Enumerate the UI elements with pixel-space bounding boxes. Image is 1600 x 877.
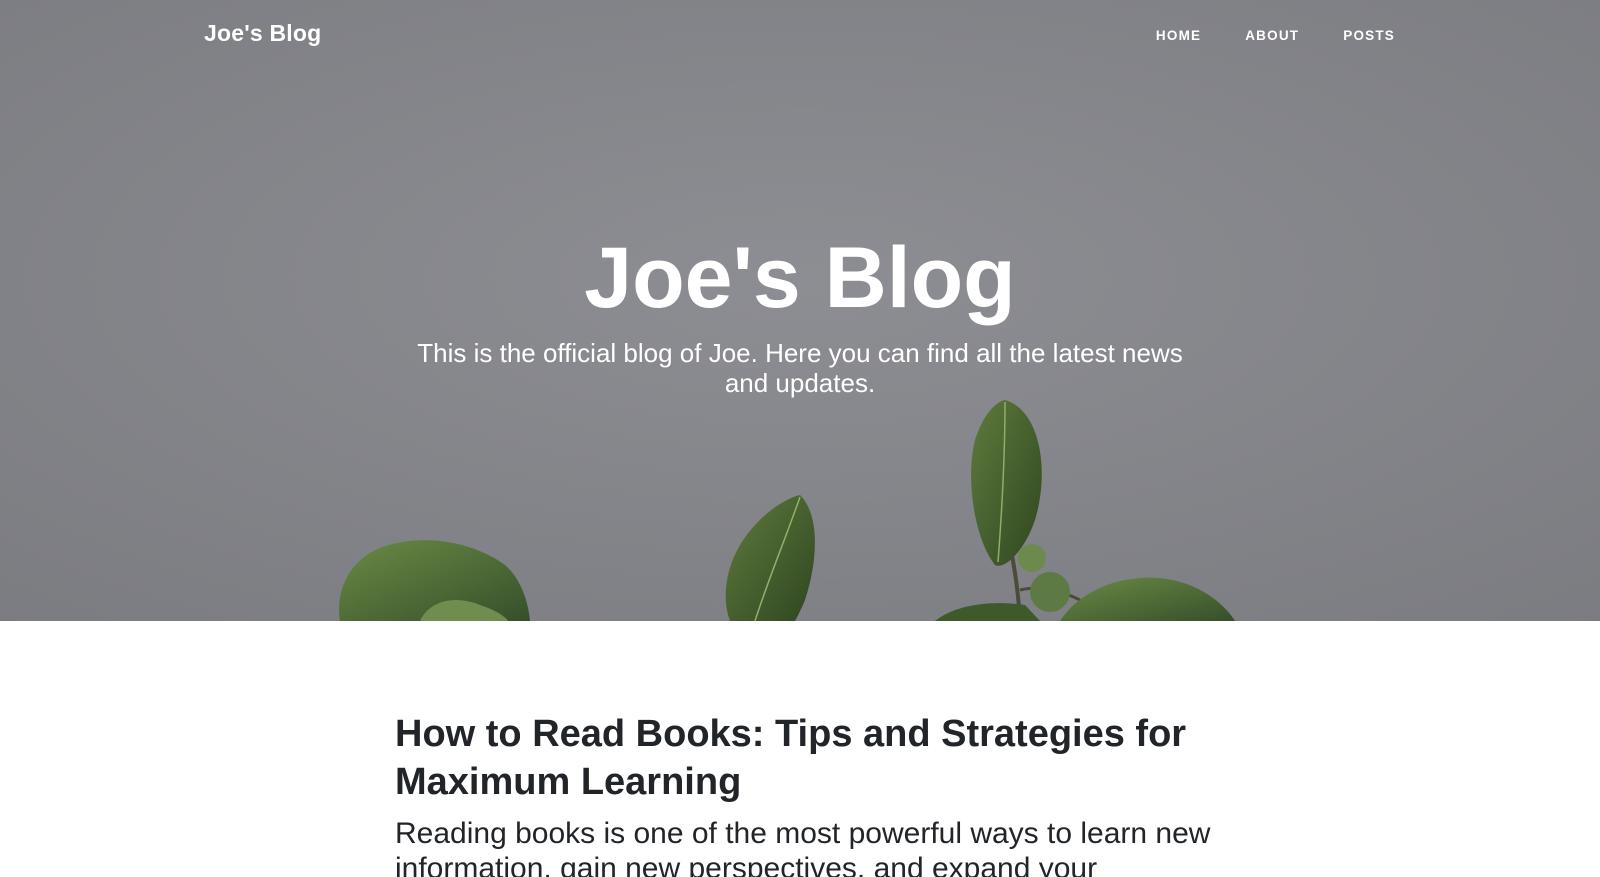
main-content: How to Read Books: Tips and Strategies f… [395,710,1215,877]
post-preview: How to Read Books: Tips and Strategies f… [395,710,1215,877]
hero-heading: Joe's Blog [584,230,1016,326]
navbar: Joe's Blog HOME ABOUT POSTS [0,0,1600,74]
page: Joe's Blog HOME ABOUT POSTS Joe's Blog T… [0,0,1600,877]
post-excerpt: Reading books is one of the most powerfu… [395,817,1211,877]
nav-links: HOME ABOUT POSTS [1156,28,1395,43]
nav-link-about[interactable]: ABOUT [1245,28,1299,43]
hero-header: Joe's Blog HOME ABOUT POSTS Joe's Blog T… [0,0,1600,621]
brand-link[interactable]: Joe's Blog [204,20,321,47]
post-title[interactable]: How to Read Books: Tips and Strategies f… [395,710,1215,806]
nav-link-posts[interactable]: POSTS [1343,28,1395,43]
hero-subheading: This is the official blog of Joe. Here y… [417,338,1183,398]
nav-link-home[interactable]: HOME [1156,28,1201,43]
